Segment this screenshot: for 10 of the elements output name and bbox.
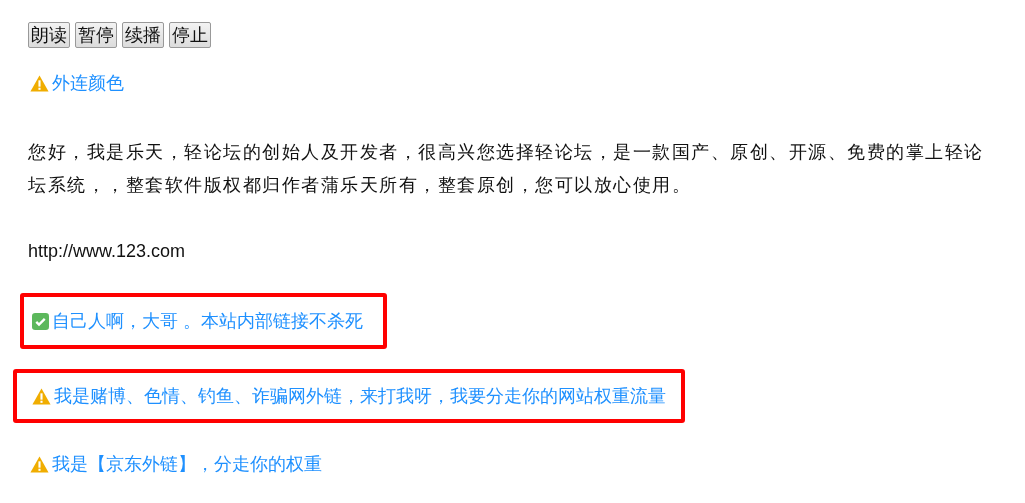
toolbar-button[interactable]: 续播	[122, 22, 164, 48]
warning-icon	[32, 387, 51, 405]
toolbar-button[interactable]: 朗读	[28, 22, 70, 48]
toolbar-button[interactable]: 停止	[169, 22, 211, 48]
url-text: http://www.123.com	[27, 240, 186, 263]
checkbox-icon	[32, 312, 49, 330]
warning-icon	[30, 74, 49, 92]
intro-paragraph: 您好，我是乐天，轻论坛的创始人及开发者，很高兴您选择轻论坛，是一款国产、原创、开源、免费的掌上轻论坛系统，，整套软件版权都归作者蒲乐天所有，整套原创，您可以放心使用。	[27, 141, 985, 197]
toolbar-button[interactable]: 暂停	[75, 22, 117, 48]
warning-icon	[30, 455, 49, 473]
